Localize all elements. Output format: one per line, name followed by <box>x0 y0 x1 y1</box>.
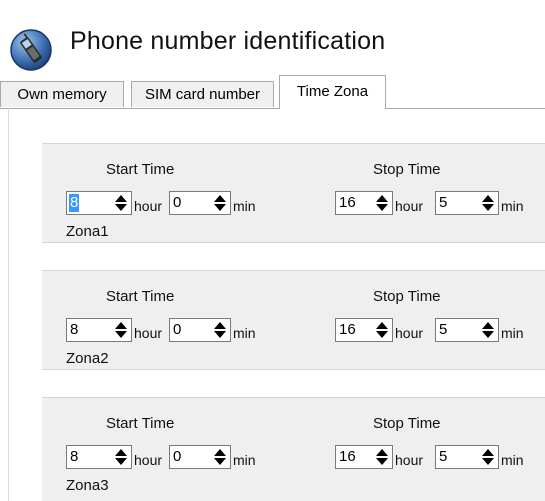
start-time-label: Start Time <box>106 288 175 305</box>
stop-hour-value[interactable]: 16 <box>339 194 356 212</box>
start-min-spinner[interactable]: 0 <box>169 445 231 469</box>
up-down-arrows-icon[interactable] <box>114 194 128 212</box>
start-hour-spinner[interactable]: 8 <box>66 191 132 215</box>
stop-min-spinner[interactable]: 5 <box>435 191 499 215</box>
hour-unit: hour <box>134 198 163 214</box>
app-title: Phone number identification <box>70 27 386 55</box>
zone-name: Zona2 <box>66 350 109 367</box>
zone-panel-1: Start Time Stop Time 8 hour 0 min 16 hou… <box>42 143 545 243</box>
stop-hour-value[interactable]: 16 <box>339 448 356 466</box>
min-unit: min <box>233 325 256 341</box>
start-hour-spinner[interactable]: 8 <box>66 318 132 342</box>
stop-min-spinner[interactable]: 5 <box>435 445 499 469</box>
start-hour-value[interactable]: 8 <box>70 321 78 339</box>
hour-unit: hour <box>134 325 163 341</box>
start-min-spinner[interactable]: 0 <box>169 318 231 342</box>
title-bar: Phone number identification <box>0 0 545 74</box>
up-down-arrows-icon[interactable] <box>375 321 389 339</box>
start-min-value[interactable]: 0 <box>173 448 181 466</box>
up-down-arrows-icon[interactable] <box>213 194 227 212</box>
hour-unit: hour <box>395 325 424 341</box>
stop-time-label: Stop Time <box>373 288 441 305</box>
up-down-arrows-icon[interactable] <box>481 194 495 212</box>
start-time-label: Start Time <box>106 415 175 432</box>
start-hour-value[interactable]: 8 <box>69 194 80 212</box>
up-down-arrows-icon[interactable] <box>375 194 389 212</box>
tab-strip: Own memory SIM card number Time Zona <box>0 75 545 109</box>
up-down-arrows-icon[interactable] <box>114 321 128 339</box>
stop-time-label: Stop Time <box>373 161 441 178</box>
stop-hour-value[interactable]: 16 <box>339 321 356 339</box>
min-unit: min <box>501 325 524 341</box>
min-unit: min <box>233 452 256 468</box>
start-hour-spinner[interactable]: 8 <box>66 445 132 469</box>
zone-name: Zona3 <box>66 477 109 494</box>
min-unit: min <box>501 452 524 468</box>
stop-time-label: Stop Time <box>373 415 441 432</box>
hour-unit: hour <box>134 452 163 468</box>
page-border <box>8 108 9 501</box>
start-min-spinner[interactable]: 0 <box>169 191 231 215</box>
hour-unit: hour <box>395 198 424 214</box>
min-unit: min <box>233 198 256 214</box>
min-unit: min <box>501 198 524 214</box>
stop-hour-spinner[interactable]: 16 <box>335 318 393 342</box>
phone-icon <box>9 28 53 72</box>
zone-panel-3: Start Time Stop Time 8 hour 0 min 16 hou… <box>42 397 545 501</box>
start-hour-value[interactable]: 8 <box>70 448 78 466</box>
stop-min-value[interactable]: 5 <box>439 194 447 212</box>
tab-time-zona[interactable]: Time Zona <box>279 75 386 109</box>
up-down-arrows-icon[interactable] <box>481 448 495 466</box>
up-down-arrows-icon[interactable] <box>213 448 227 466</box>
start-time-label: Start Time <box>106 161 175 178</box>
tab-own-memory[interactable]: Own memory <box>0 81 124 107</box>
stop-min-spinner[interactable]: 5 <box>435 318 499 342</box>
up-down-arrows-icon[interactable] <box>375 448 389 466</box>
stop-hour-spinner[interactable]: 16 <box>335 191 393 215</box>
tab-sim-card-number[interactable]: SIM card number <box>131 81 274 107</box>
tab-divider <box>0 108 545 109</box>
start-min-value[interactable]: 0 <box>173 194 181 212</box>
up-down-arrows-icon[interactable] <box>481 321 495 339</box>
up-down-arrows-icon[interactable] <box>213 321 227 339</box>
stop-min-value[interactable]: 5 <box>439 321 447 339</box>
stop-hour-spinner[interactable]: 16 <box>335 445 393 469</box>
zone-name: Zona1 <box>66 223 109 240</box>
up-down-arrows-icon[interactable] <box>114 448 128 466</box>
start-min-value[interactable]: 0 <box>173 321 181 339</box>
zone-panel-2: Start Time Stop Time 8 hour 0 min 16 hou… <box>42 270 545 370</box>
hour-unit: hour <box>395 452 424 468</box>
stop-min-value[interactable]: 5 <box>439 448 447 466</box>
